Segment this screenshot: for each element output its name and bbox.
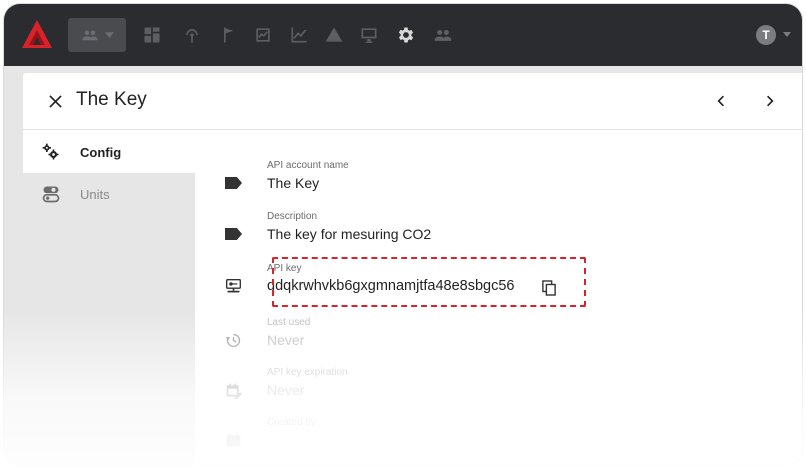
user-avatar[interactable]: T [756, 25, 776, 45]
dashboard-icon[interactable] [139, 22, 165, 48]
calendar-edit-icon [222, 379, 244, 401]
field-description: Description The key for mesuring CO2 [222, 211, 562, 255]
chart-box-icon[interactable] [250, 22, 276, 48]
alert-icon[interactable] [321, 22, 347, 48]
chevron-right-icon [767, 95, 774, 107]
users-dropdown-icon [82, 30, 97, 41]
line-chart-icon[interactable] [286, 22, 312, 48]
tag-icon [222, 223, 244, 245]
tag-icon [222, 172, 244, 194]
toggles-icon [41, 184, 61, 204]
field-label: Created by [267, 417, 316, 428]
field-value: Never [267, 382, 305, 398]
previous-button[interactable] [712, 92, 730, 110]
chevron-left-icon [717, 95, 724, 107]
flag-icon[interactable] [216, 22, 242, 48]
panel-sidebar: Config Units [23, 131, 195, 465]
api-key-highlight-box [272, 257, 586, 307]
sensors-icon[interactable] [179, 22, 205, 48]
field-api-key-expiration: API key expiration Never [222, 367, 562, 411]
field-value: The Key [267, 175, 320, 191]
settings-icon[interactable] [393, 22, 419, 48]
top-navigation-bar: T [4, 4, 802, 66]
monitor-icon[interactable] [356, 22, 382, 48]
brand-logo[interactable] [18, 16, 56, 54]
field-created-by: Created by [222, 417, 562, 461]
field-value: Never [267, 332, 305, 348]
people-icon[interactable] [430, 22, 456, 48]
sidebar-item-label: Units [80, 186, 110, 202]
history-icon [222, 329, 244, 351]
field-label: Description [267, 211, 318, 222]
field-label: Last used [267, 317, 311, 328]
next-button[interactable] [761, 92, 779, 110]
close-icon [48, 94, 62, 108]
sidebar-item-config[interactable]: Config [23, 131, 195, 173]
api-key-icon [222, 275, 244, 297]
close-button[interactable] [46, 92, 64, 110]
field-value: The key for mesuring CO2 [267, 226, 432, 242]
user-menu-chevron-icon[interactable] [783, 32, 791, 37]
field-api-account-name: API account name The Key [222, 160, 562, 204]
sidebar-item-label: Config [80, 144, 122, 160]
cogs-icon [41, 142, 61, 162]
panel-header: The Key [23, 73, 802, 130]
calendar-icon [222, 429, 244, 451]
chevron-down-icon [104, 32, 114, 38]
field-label: API key expiration [267, 367, 348, 378]
app-window: T The Key Config Units API account name … [4, 4, 802, 465]
field-label: API account name [267, 160, 349, 171]
sidebar-item-units[interactable]: Units [23, 173, 195, 215]
user-group-dropdown[interactable] [68, 18, 126, 52]
field-last-used: Last used Never [222, 317, 562, 361]
panel-title: The Key [76, 89, 147, 110]
